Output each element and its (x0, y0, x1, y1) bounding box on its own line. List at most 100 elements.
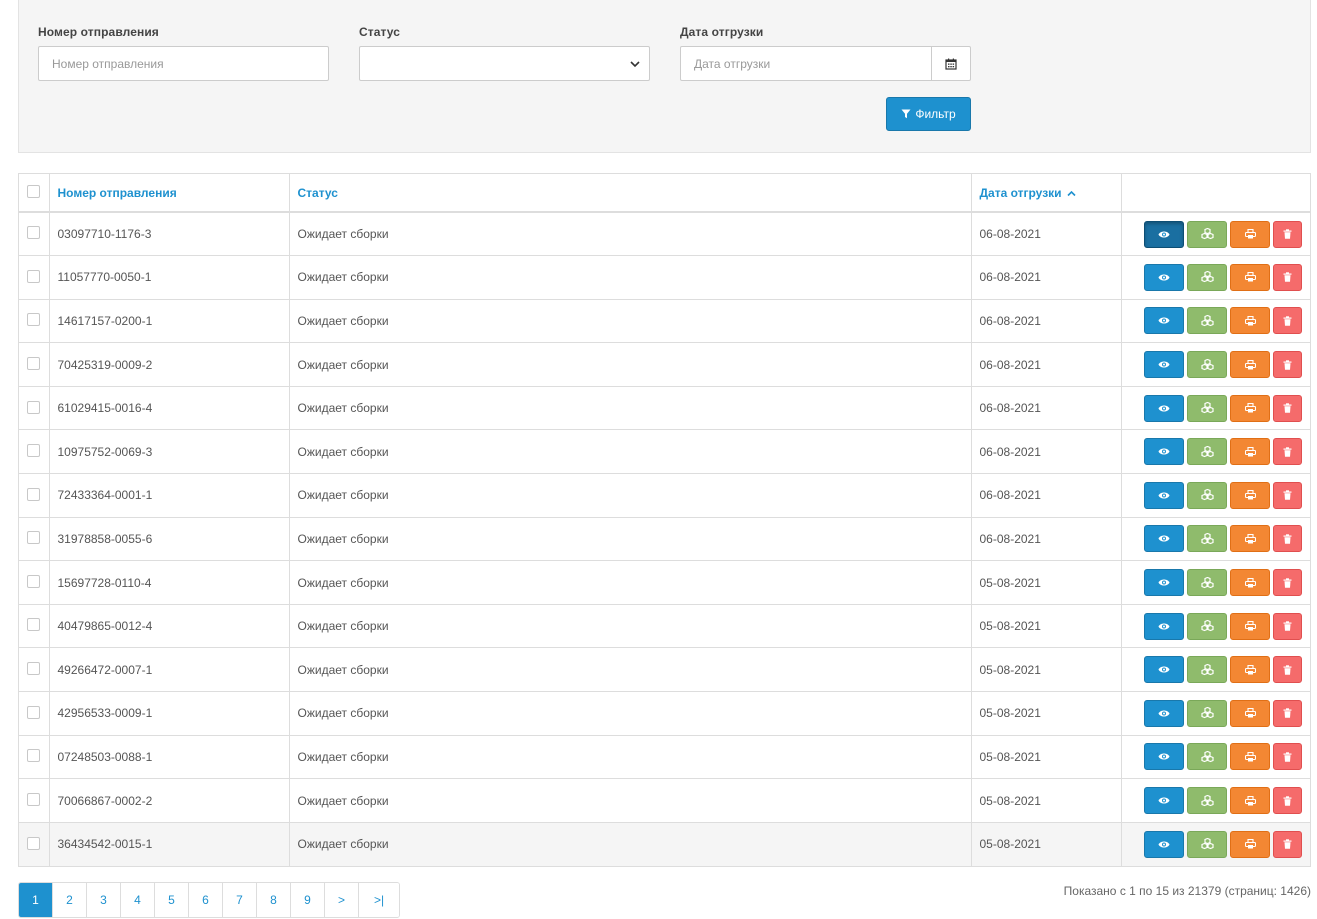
row-checkbox[interactable] (27, 705, 41, 719)
print-button[interactable] (1230, 743, 1270, 771)
ship-date-input[interactable] (680, 46, 932, 81)
pack-button[interactable] (1187, 307, 1227, 335)
print-button[interactable] (1230, 830, 1270, 858)
print-button[interactable] (1230, 220, 1270, 248)
row-checkbox[interactable] (27, 618, 41, 632)
print-button[interactable] (1230, 699, 1270, 727)
pack-button[interactable] (1187, 787, 1227, 815)
sort-number-link[interactable]: Номер отправления (58, 186, 177, 200)
select-all-checkbox[interactable] (27, 184, 41, 198)
print-button[interactable] (1230, 656, 1270, 684)
delete-button[interactable] (1273, 830, 1302, 858)
view-button[interactable] (1144, 699, 1184, 727)
row-checkbox[interactable] (27, 400, 41, 414)
delete-button[interactable] (1273, 656, 1302, 684)
delete-button[interactable] (1273, 612, 1302, 640)
calendar-button[interactable] (932, 46, 971, 81)
status-select[interactable] (359, 46, 650, 81)
pack-button[interactable] (1187, 438, 1227, 466)
delete-button[interactable] (1273, 438, 1302, 466)
pack-button[interactable] (1187, 612, 1227, 640)
delete-button[interactable] (1273, 307, 1302, 335)
page-link-7[interactable]: 7 (223, 883, 257, 917)
view-button[interactable] (1144, 307, 1184, 335)
delete-button[interactable] (1273, 351, 1302, 379)
view-button[interactable] (1144, 569, 1184, 597)
last-page-link[interactable]: >| (359, 883, 399, 917)
delete-button[interactable] (1273, 699, 1302, 727)
pack-button[interactable] (1187, 525, 1227, 553)
shipment-number-input[interactable] (38, 46, 329, 81)
filter-button[interactable]: Фильтр (886, 97, 971, 131)
row-checkbox[interactable] (27, 662, 41, 676)
view-button[interactable] (1144, 525, 1184, 553)
ship-date-cell: 06-08-2021 (971, 255, 1122, 300)
view-button[interactable] (1144, 612, 1184, 640)
page-link-2[interactable]: 2 (53, 883, 87, 917)
print-button[interactable] (1230, 438, 1270, 466)
row-checkbox[interactable] (27, 792, 41, 806)
delete-button[interactable] (1273, 569, 1302, 597)
print-button[interactable] (1230, 307, 1270, 335)
delete-button[interactable] (1273, 525, 1302, 553)
view-button[interactable] (1144, 263, 1184, 291)
row-checkbox[interactable] (27, 226, 41, 240)
ship-date-cell: 05-08-2021 (971, 778, 1122, 823)
page-link-1[interactable]: 1 (19, 883, 53, 917)
page-link-8[interactable]: 8 (257, 883, 291, 917)
row-actions (1130, 263, 1302, 291)
row-checkbox[interactable] (27, 836, 41, 850)
pack-button[interactable] (1187, 569, 1227, 597)
row-checkbox[interactable] (27, 574, 41, 588)
print-button[interactable] (1230, 394, 1270, 422)
print-button[interactable] (1230, 612, 1270, 640)
view-button[interactable] (1144, 438, 1184, 466)
delete-button[interactable] (1273, 743, 1302, 771)
page-link-9[interactable]: 9 (291, 883, 325, 917)
row-checkbox[interactable] (27, 444, 41, 458)
delete-button[interactable] (1273, 481, 1302, 509)
view-button[interactable] (1144, 394, 1184, 422)
print-button[interactable] (1230, 263, 1270, 291)
view-button[interactable] (1144, 787, 1184, 815)
row-checkbox[interactable] (27, 487, 41, 501)
sort-date-link[interactable]: Дата отгрузки (980, 186, 1076, 200)
page-link-5[interactable]: 5 (155, 883, 189, 917)
actions-cell (1121, 343, 1310, 387)
pack-button[interactable] (1187, 481, 1227, 509)
print-button[interactable] (1230, 481, 1270, 509)
row-checkbox[interactable] (27, 749, 41, 763)
view-button[interactable] (1144, 656, 1184, 684)
pack-button[interactable] (1187, 699, 1227, 727)
next-page-link[interactable]: > (325, 883, 359, 917)
delete-button[interactable] (1273, 263, 1302, 291)
print-button[interactable] (1230, 525, 1270, 553)
pack-button[interactable] (1187, 351, 1227, 379)
delete-button[interactable] (1273, 394, 1302, 422)
page-link-6[interactable]: 6 (189, 883, 223, 917)
page-link-3[interactable]: 3 (87, 883, 121, 917)
print-button[interactable] (1230, 787, 1270, 815)
delete-button[interactable] (1273, 220, 1302, 248)
view-button[interactable] (1144, 830, 1184, 858)
view-button[interactable] (1144, 743, 1184, 771)
pack-button[interactable] (1187, 263, 1227, 291)
delete-button[interactable] (1273, 787, 1302, 815)
pack-button[interactable] (1187, 830, 1227, 858)
pack-button[interactable] (1187, 220, 1227, 248)
sort-status-link[interactable]: Статус (298, 186, 338, 200)
eye-icon (1158, 665, 1170, 674)
page-link-4[interactable]: 4 (121, 883, 155, 917)
view-button[interactable] (1144, 351, 1184, 379)
pack-button[interactable] (1187, 743, 1227, 771)
row-checkbox[interactable] (27, 313, 41, 327)
row-checkbox[interactable] (27, 356, 41, 370)
view-button[interactable] (1144, 481, 1184, 509)
row-checkbox[interactable] (27, 269, 41, 283)
pack-button[interactable] (1187, 656, 1227, 684)
print-button[interactable] (1230, 569, 1270, 597)
row-checkbox[interactable] (27, 531, 41, 545)
pack-button[interactable] (1187, 394, 1227, 422)
view-button[interactable] (1144, 220, 1184, 248)
print-button[interactable] (1230, 351, 1270, 379)
